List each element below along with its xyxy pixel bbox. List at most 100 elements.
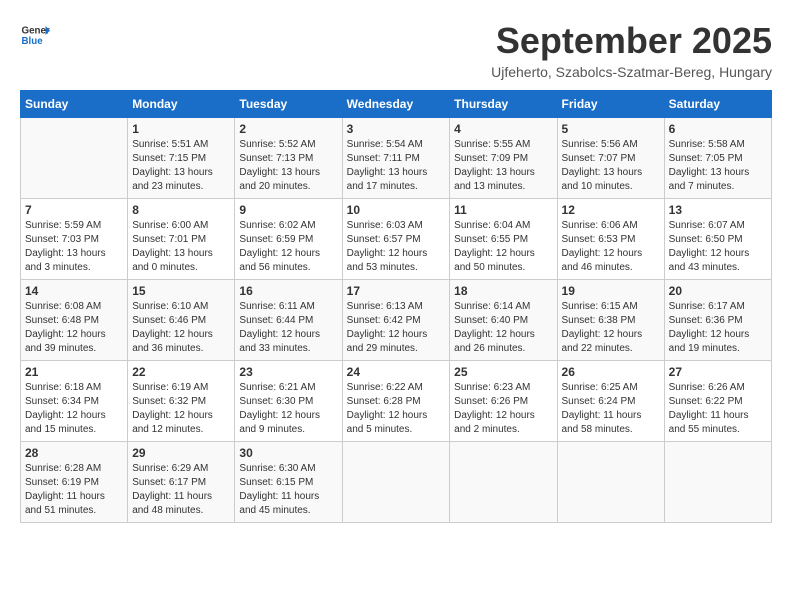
day-number: 8 — [132, 203, 230, 217]
day-number: 21 — [25, 365, 123, 379]
day-cell — [557, 442, 664, 523]
day-cell: 19 Sunrise: 6:15 AM Sunset: 6:38 PM Dayli… — [557, 280, 664, 361]
day-info: Sunrise: 6:06 AM Sunset: 6:53 PM Dayligh… — [562, 219, 660, 275]
logo: General Blue — [20, 20, 50, 50]
col-header-tuesday: Tuesday — [235, 91, 342, 118]
day-number: 18 — [454, 284, 552, 298]
day-cell: 14Sunrise: 6:08 AM Sunset: 6:48 PM Dayli… — [21, 280, 128, 361]
day-number: 1 — [132, 122, 230, 136]
location-title: Ujfeherto, Szabolcs-Szatmar-Bereg, Hunga… — [491, 64, 772, 80]
day-number: 28 — [25, 446, 123, 460]
day-number: 20 — [669, 284, 767, 298]
logo-icon: General Blue — [20, 20, 50, 50]
day-number: 27 — [669, 365, 767, 379]
day-cell: 29Sunrise: 6:29 AM Sunset: 6:17 PM Dayli… — [128, 442, 235, 523]
day-cell: 28 Sunrise: 6:28 AM Sunset: 6:19 PM Dayli… — [21, 442, 128, 523]
day-number: 3 — [347, 122, 446, 136]
day-info: Sunrise: 6:21 AM Sunset: 6:30 PM Dayligh… — [239, 381, 337, 437]
week-row-4: 21 Sunrise: 6:18 AM Sunset: 6:34 PM Dayli… — [21, 361, 772, 442]
day-cell: 18Sunrise: 6:14 AM Sunset: 6:40 PM Dayli… — [450, 280, 557, 361]
day-cell: 6 Sunrise: 5:58 AM Sunset: 7:05 PM Daylig… — [664, 118, 771, 199]
day-cell: 7 Sunrise: 5:59 AM Sunset: 7:03 PM Daylig… — [21, 199, 128, 280]
day-cell: 17 Sunrise: 6:13 AM Sunset: 6:42 PM Dayli… — [342, 280, 450, 361]
day-number: 19 — [562, 284, 660, 298]
col-header-sunday: Sunday — [21, 91, 128, 118]
day-cell: 8 Sunrise: 6:00 AM Sunset: 7:01 PM Daylig… — [128, 199, 235, 280]
week-row-2: 7 Sunrise: 5:59 AM Sunset: 7:03 PM Daylig… — [21, 199, 772, 280]
day-cell: 20Sunrise: 6:17 AM Sunset: 6:36 PM Dayli… — [664, 280, 771, 361]
day-info: Sunrise: 5:52 AM Sunset: 7:13 PM Dayligh… — [239, 138, 337, 194]
day-cell — [342, 442, 450, 523]
day-cell: 1 Sunrise: 5:51 AM Sunset: 7:15 PM Daylig… — [128, 118, 235, 199]
col-header-thursday: Thursday — [450, 91, 557, 118]
day-cell: 15Sunrise: 6:10 AM Sunset: 6:46 PM Dayli… — [128, 280, 235, 361]
day-info: Sunrise: 6:11 AM Sunset: 6:44 PM Dayligh… — [239, 300, 337, 356]
day-cell: 25Sunrise: 6:23 AM Sunset: 6:26 PM Dayli… — [450, 361, 557, 442]
day-cell: 26 Sunrise: 6:25 AM Sunset: 6:24 PM Dayli… — [557, 361, 664, 442]
day-cell: 23 Sunrise: 6:21 AM Sunset: 6:30 PM Dayli… — [235, 361, 342, 442]
day-number: 4 — [454, 122, 552, 136]
calendar-table: SundayMondayTuesdayWednesdayThursdayFrid… — [20, 90, 772, 523]
day-cell: 22Sunrise: 6:19 AM Sunset: 6:32 PM Dayli… — [128, 361, 235, 442]
day-info: Sunrise: 5:51 AM Sunset: 7:15 PM Dayligh… — [132, 138, 230, 194]
day-number: 11 — [454, 203, 552, 217]
day-number: 7 — [25, 203, 123, 217]
day-cell: 30 Sunrise: 6:30 AM Sunset: 6:15 PM Dayli… — [235, 442, 342, 523]
day-number: 17 — [347, 284, 446, 298]
day-number: 9 — [239, 203, 337, 217]
day-number: 2 — [239, 122, 337, 136]
day-number: 16 — [239, 284, 337, 298]
day-cell: 9 Sunrise: 6:02 AM Sunset: 6:59 PM Daylig… — [235, 199, 342, 280]
day-info: Sunrise: 6:00 AM Sunset: 7:01 PM Dayligh… — [132, 219, 230, 275]
day-cell — [664, 442, 771, 523]
month-title: September 2025 — [491, 20, 772, 62]
day-info: Sunrise: 5:56 AM Sunset: 7:07 PM Dayligh… — [562, 138, 660, 194]
day-number: 23 — [239, 365, 337, 379]
day-info: Sunrise: 6:04 AM Sunset: 6:55 PM Dayligh… — [454, 219, 552, 275]
day-info: Sunrise: 6:25 AM Sunset: 6:24 PM Dayligh… — [562, 381, 660, 437]
day-cell: 16 Sunrise: 6:11 AM Sunset: 6:44 PM Dayli… — [235, 280, 342, 361]
day-cell — [21, 118, 128, 199]
day-info: Sunrise: 6:22 AM Sunset: 6:28 PM Dayligh… — [347, 381, 446, 437]
day-info: Sunrise: 6:29 AM Sunset: 6:17 PM Dayligh… — [132, 462, 230, 518]
week-row-1: 1 Sunrise: 5:51 AM Sunset: 7:15 PM Daylig… — [21, 118, 772, 199]
day-cell: 3 Sunrise: 5:54 AM Sunset: 7:11 PM Daylig… — [342, 118, 450, 199]
day-info: Sunrise: 5:58 AM Sunset: 7:05 PM Dayligh… — [669, 138, 767, 194]
day-number: 14 — [25, 284, 123, 298]
day-cell — [450, 442, 557, 523]
day-number: 30 — [239, 446, 337, 460]
day-number: 6 — [669, 122, 767, 136]
day-cell: 10 Sunrise: 6:03 AM Sunset: 6:57 PM Dayli… — [342, 199, 450, 280]
day-cell: 21 Sunrise: 6:18 AM Sunset: 6:34 PM Dayli… — [21, 361, 128, 442]
day-info: Sunrise: 6:07 AM Sunset: 6:50 PM Dayligh… — [669, 219, 767, 275]
col-header-wednesday: Wednesday — [342, 91, 450, 118]
day-number: 25 — [454, 365, 552, 379]
day-info: Sunrise: 5:59 AM Sunset: 7:03 PM Dayligh… — [25, 219, 123, 275]
header-row: SundayMondayTuesdayWednesdayThursdayFrid… — [21, 91, 772, 118]
day-info: Sunrise: 6:18 AM Sunset: 6:34 PM Dayligh… — [25, 381, 123, 437]
day-info: Sunrise: 6:15 AM Sunset: 6:38 PM Dayligh… — [562, 300, 660, 356]
day-info: Sunrise: 6:13 AM Sunset: 6:42 PM Dayligh… — [347, 300, 446, 356]
header: General Blue September 2025 Ujfeherto, S… — [20, 20, 772, 80]
day-number: 5 — [562, 122, 660, 136]
day-cell: 4Sunrise: 5:55 AM Sunset: 7:09 PM Daylig… — [450, 118, 557, 199]
week-row-5: 28 Sunrise: 6:28 AM Sunset: 6:19 PM Dayli… — [21, 442, 772, 523]
title-area: September 2025 Ujfeherto, Szabolcs-Szatm… — [491, 20, 772, 80]
day-info: Sunrise: 5:54 AM Sunset: 7:11 PM Dayligh… — [347, 138, 446, 194]
day-info: Sunrise: 6:30 AM Sunset: 6:15 PM Dayligh… — [239, 462, 337, 518]
day-info: Sunrise: 6:28 AM Sunset: 6:19 PM Dayligh… — [25, 462, 123, 518]
day-cell: 27Sunrise: 6:26 AM Sunset: 6:22 PM Dayli… — [664, 361, 771, 442]
day-number: 13 — [669, 203, 767, 217]
day-cell: 12 Sunrise: 6:06 AM Sunset: 6:53 PM Dayli… — [557, 199, 664, 280]
week-row-3: 14Sunrise: 6:08 AM Sunset: 6:48 PM Dayli… — [21, 280, 772, 361]
day-info: Sunrise: 6:02 AM Sunset: 6:59 PM Dayligh… — [239, 219, 337, 275]
day-info: Sunrise: 6:03 AM Sunset: 6:57 PM Dayligh… — [347, 219, 446, 275]
day-cell: 11 Sunrise: 6:04 AM Sunset: 6:55 PM Dayli… — [450, 199, 557, 280]
day-number: 15 — [132, 284, 230, 298]
col-header-friday: Friday — [557, 91, 664, 118]
day-number: 12 — [562, 203, 660, 217]
svg-text:Blue: Blue — [22, 36, 44, 47]
day-number: 10 — [347, 203, 446, 217]
day-number: 26 — [562, 365, 660, 379]
day-cell: 5 Sunrise: 5:56 AM Sunset: 7:07 PM Daylig… — [557, 118, 664, 199]
